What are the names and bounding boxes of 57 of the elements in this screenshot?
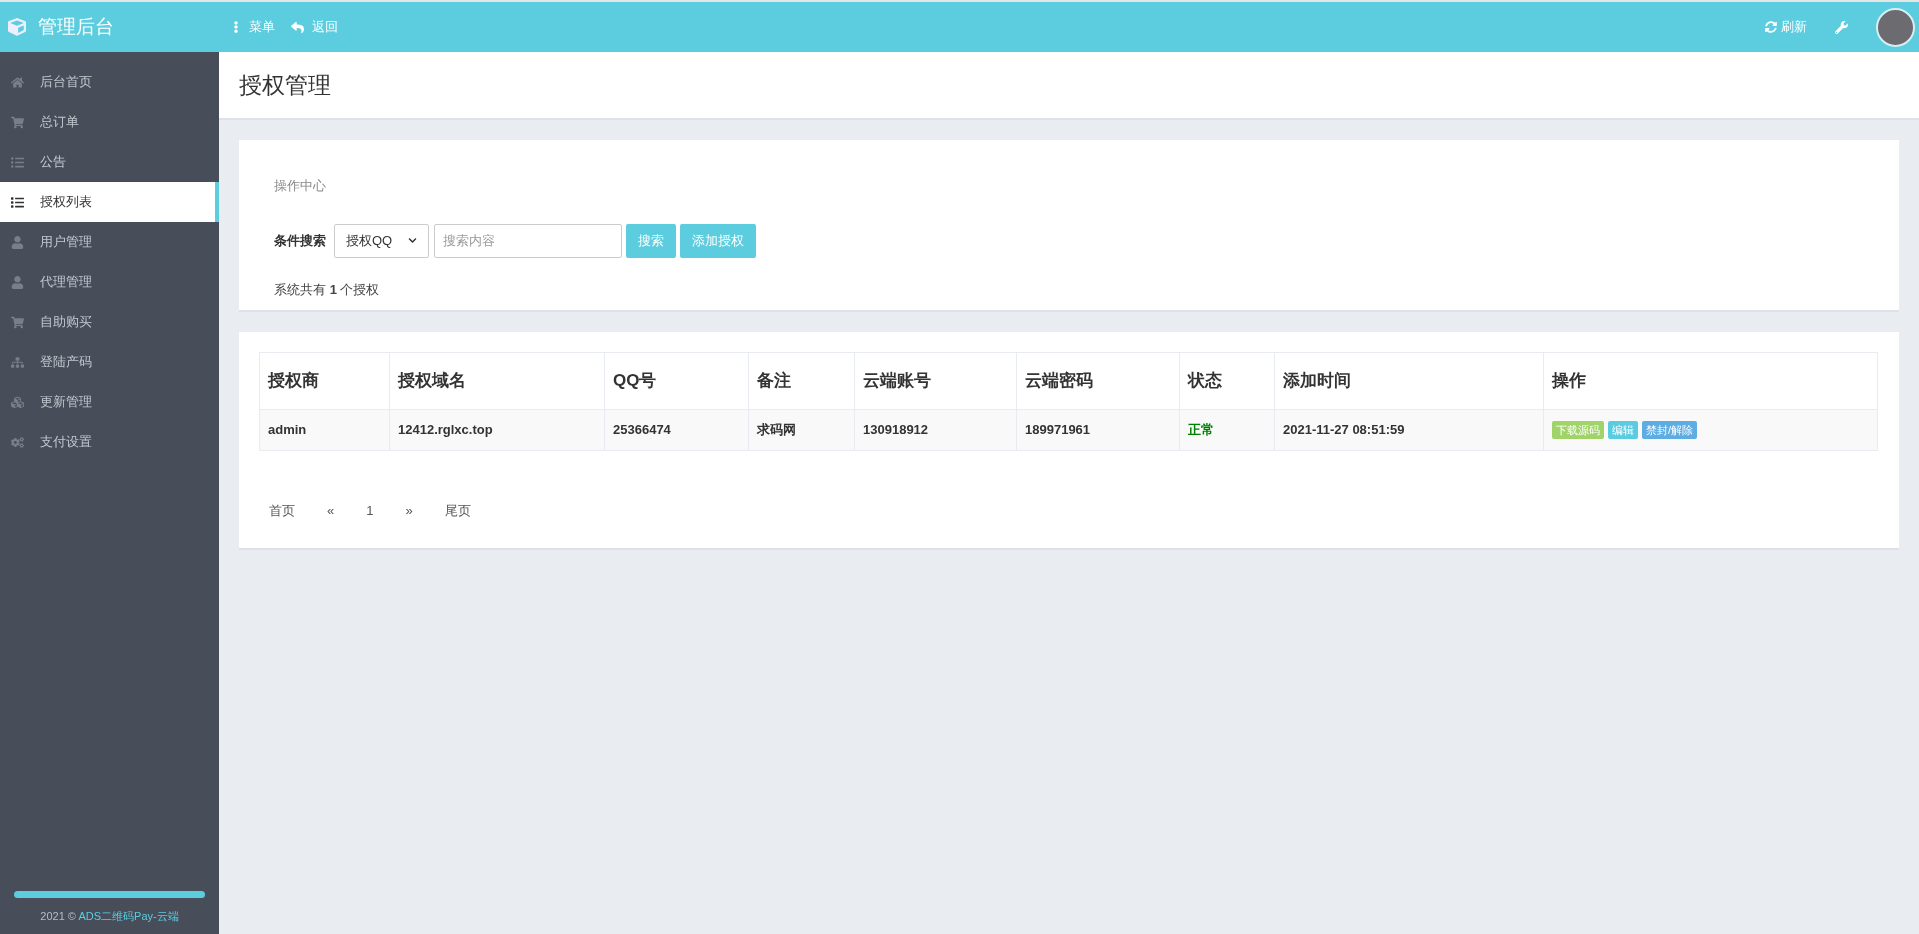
sidebar-item[interactable]: 用户管理 (0, 222, 219, 262)
column-header: 云端密码 (1016, 352, 1180, 410)
copyright-link[interactable]: ADS二维码Pay-云端 (78, 909, 179, 922)
pagination-link[interactable]: 尾页 (434, 501, 481, 521)
column-header: 操作 (1543, 352, 1878, 410)
search-input[interactable]: 搜索内容 (434, 223, 622, 258)
home-icon (11, 75, 24, 89)
pagination-link[interactable]: « (317, 501, 345, 521)
status-cell: 正常 (1179, 409, 1275, 451)
cart-icon (11, 115, 24, 129)
list-icon (11, 155, 24, 169)
reply-icon (291, 20, 304, 34)
sidebar-item[interactable]: 代理管理 (0, 262, 219, 302)
card-heading: 操作中心 (274, 177, 327, 195)
app-title: 管理后台 (38, 14, 114, 39)
page-title: 授权管理 (239, 70, 331, 100)
column-header: 添加时间 (1274, 352, 1544, 410)
menu-icon (231, 21, 241, 33)
sidebar-item[interactable]: 授权列表 (0, 182, 219, 222)
table-cell: 130918912 (854, 409, 1017, 451)
copyright: 2021 © ADS二维码Pay-云端 (39, 908, 180, 924)
column-header: 授权商 (259, 352, 390, 410)
sidebar-item[interactable]: 自助购买 (0, 302, 219, 342)
column-header: 状态 (1179, 352, 1275, 410)
sidebar-item[interactable]: 后台首页 (0, 62, 219, 102)
table-cell: 189971961 (1016, 409, 1180, 451)
cubes-icon (11, 395, 24, 409)
list-icon (11, 195, 24, 209)
column-header: QQ号 (604, 352, 749, 410)
sidebar-item[interactable]: 公告 (0, 142, 219, 182)
table-cell: 求码网 (748, 409, 855, 451)
sidebar-item[interactable]: 更新管理 (0, 382, 219, 422)
cube-icon (8, 18, 26, 36)
table-cell: 12412.rglxc.top (389, 409, 605, 451)
gears-icon (11, 435, 24, 449)
pagination-link[interactable]: 首页 (259, 501, 305, 521)
sidebar-item[interactable]: 总订单 (0, 102, 219, 142)
chevron-icon (408, 236, 417, 245)
avatar[interactable] (1876, 7, 1915, 47)
sitemap-icon (11, 355, 24, 369)
cart-icon (11, 315, 24, 329)
column-header: 云端账号 (854, 352, 1017, 410)
search-label: 条件搜索 (274, 231, 326, 250)
table-cell: 25366474 (604, 409, 749, 451)
column-header: 授权域名 (389, 352, 605, 410)
user-icon (11, 235, 24, 249)
sidebar-item[interactable]: 登陆产码 (0, 342, 219, 382)
refresh-icon (1765, 21, 1777, 33)
summary-text: 系统共有 1 个授权 (274, 280, 381, 299)
column-header: 备注 (748, 352, 855, 410)
table-cell: admin (259, 409, 390, 451)
pagination-link[interactable]: » (395, 501, 423, 521)
search-type-select[interactable]: 授权QQ (334, 223, 429, 258)
pagination-link[interactable]: 1 (356, 501, 384, 521)
table-cell: 2021-11-27 08:51:59 (1274, 409, 1544, 451)
user-icon (11, 275, 24, 289)
sidebar-item[interactable]: 支付设置 (0, 422, 219, 462)
